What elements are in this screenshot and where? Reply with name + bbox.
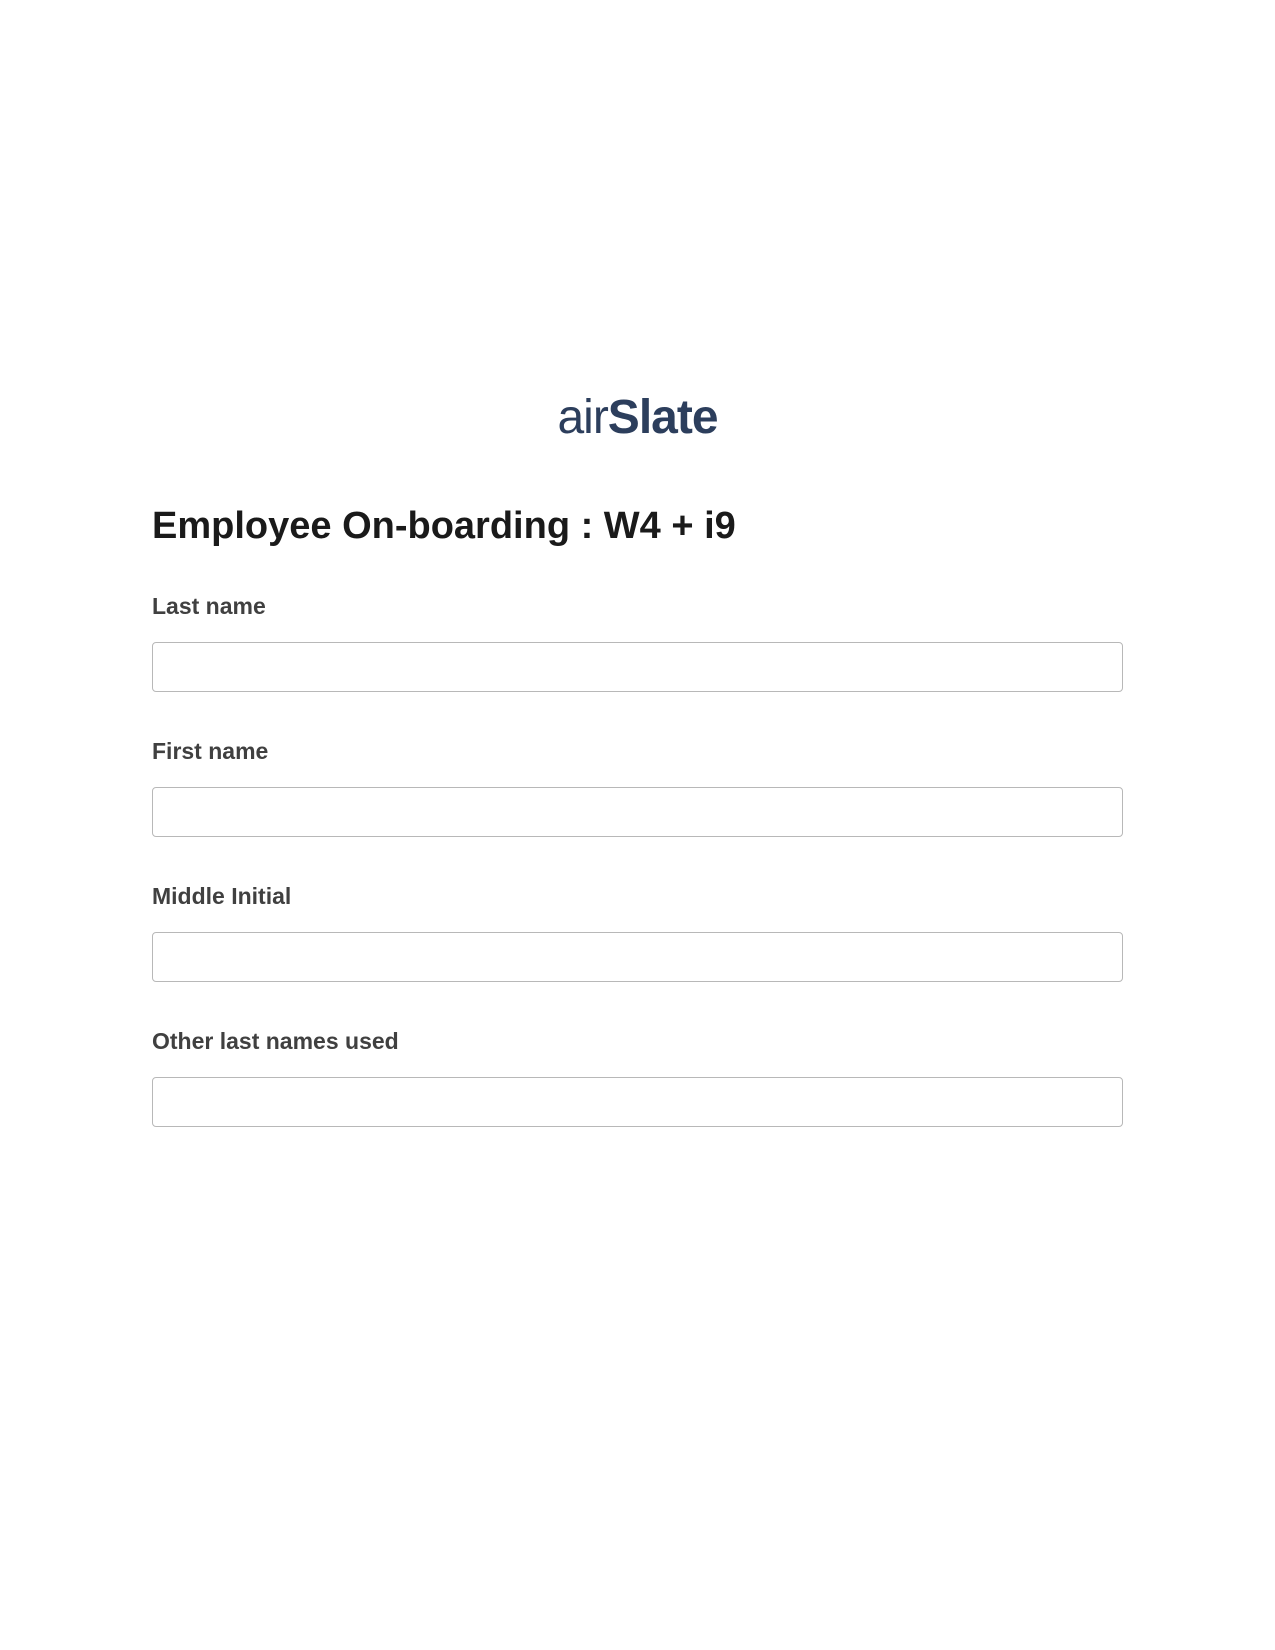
input-middle-initial[interactable]	[152, 932, 1123, 982]
input-first-name[interactable]	[152, 787, 1123, 837]
logo-text: airSlate	[557, 391, 717, 444]
input-last-name[interactable]	[152, 642, 1123, 692]
label-other-last-names: Other last names used	[152, 1028, 1123, 1055]
input-other-last-names[interactable]	[152, 1077, 1123, 1127]
logo-suffix: Slate	[608, 391, 718, 444]
label-middle-initial: Middle Initial	[152, 883, 1123, 910]
label-last-name: Last name	[152, 593, 1123, 620]
page-container: airSlate Employee On-boarding : W4 + i9 …	[0, 0, 1275, 1127]
label-first-name: First name	[152, 738, 1123, 765]
form-group-last-name: Last name	[152, 593, 1123, 692]
form-content: Employee On-boarding : W4 + i9 Last name…	[0, 505, 1275, 1127]
logo-prefix: air	[557, 391, 607, 444]
form-title: Employee On-boarding : W4 + i9	[152, 505, 1123, 548]
logo: airSlate	[0, 390, 1275, 445]
form-group-first-name: First name	[152, 738, 1123, 837]
form-group-middle-initial: Middle Initial	[152, 883, 1123, 982]
form-group-other-last-names: Other last names used	[152, 1028, 1123, 1127]
